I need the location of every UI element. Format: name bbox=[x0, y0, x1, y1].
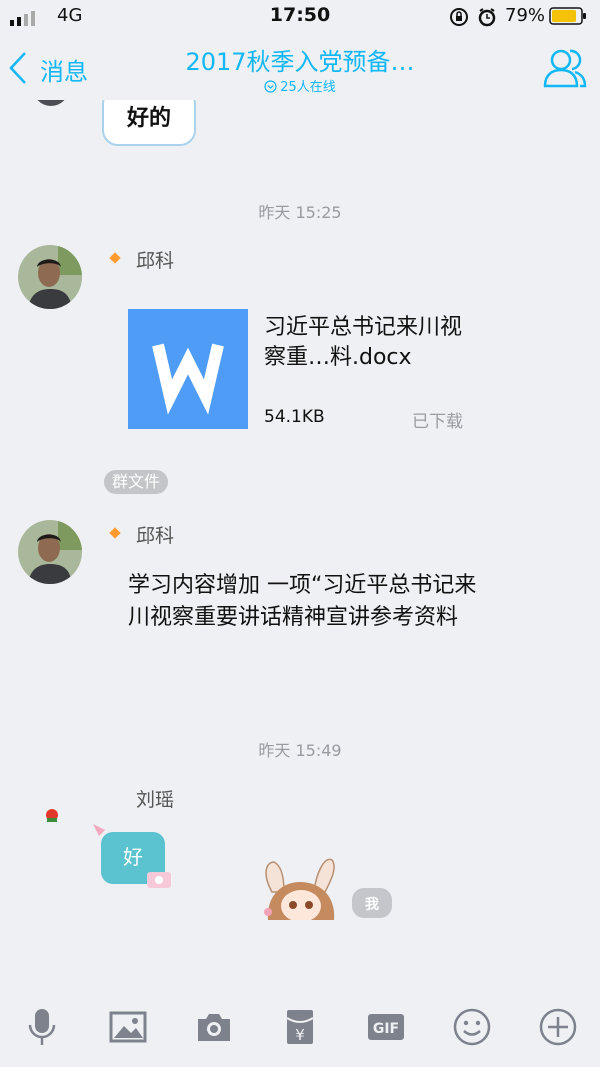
group-file-tag: 群文件 bbox=[104, 470, 169, 494]
emoji-icon[interactable] bbox=[452, 1007, 492, 1047]
gif-icon[interactable]: GIF bbox=[366, 1007, 406, 1047]
sender-name: 刘瑶 bbox=[136, 789, 175, 811]
avatar-photo bbox=[18, 520, 82, 584]
member-level-icon bbox=[109, 252, 121, 264]
sticker-text: 我 bbox=[365, 897, 379, 913]
chat-area[interactable]: 好的 昨天 15:25 邱科 习近平总书记来川视察重…料.docx 54.1KB… bbox=[0, 100, 600, 987]
member-level-icon bbox=[109, 527, 121, 539]
alarm-lock-icon bbox=[450, 8, 496, 27]
battery-percent: 79% bbox=[505, 5, 546, 26]
battery-icon bbox=[549, 7, 586, 25]
microphone-icon[interactable] bbox=[22, 1007, 62, 1047]
download-status: 已下载 bbox=[412, 412, 463, 432]
sticker-bunny-girl[interactable]: 我 bbox=[258, 852, 398, 922]
message-text[interactable]: 学习内容增加 一项“习近平总书记来川视察重要讲话精神宣讲参考资料 bbox=[128, 570, 478, 634]
avatar-photo bbox=[18, 245, 82, 309]
sender-name: 邱科 bbox=[136, 525, 175, 547]
image-icon[interactable] bbox=[108, 1007, 148, 1047]
level-badge-icon bbox=[46, 809, 58, 822]
gif-label: GIF bbox=[373, 1021, 399, 1037]
group-members-icon[interactable] bbox=[541, 44, 589, 92]
avatar[interactable] bbox=[18, 520, 82, 584]
timestamp: 昨天 15:49 bbox=[258, 741, 342, 760]
timestamp: 昨天 15:25 bbox=[258, 203, 342, 222]
sender-name: 邱科 bbox=[136, 250, 175, 272]
camera-icon[interactable] bbox=[194, 1007, 234, 1047]
online-count-label: 25人在线 bbox=[280, 80, 336, 95]
chevron-circle-icon bbox=[264, 80, 277, 93]
svg-text:¥: ¥ bbox=[295, 1026, 305, 1044]
sticker-text: 好 bbox=[123, 845, 143, 869]
input-toolbar: ¥ GIF bbox=[0, 987, 600, 1067]
chat-title[interactable]: 2017秋季入党预备… bbox=[0, 42, 600, 77]
file-card[interactable]: 习近平总书记来川视察重…料.docx 54.1KB 已下载 bbox=[128, 309, 473, 432]
message-text: 好的 bbox=[126, 106, 171, 131]
online-count: 25人在线 bbox=[0, 76, 600, 95]
word-document-icon bbox=[128, 309, 248, 429]
red-packet-icon[interactable]: ¥ bbox=[280, 1007, 320, 1047]
message-bubble[interactable]: 好的 bbox=[102, 100, 196, 146]
sticker-hao[interactable]: 好 bbox=[91, 820, 175, 892]
status-bar: 4G 17:50 79% bbox=[0, 0, 600, 34]
nav-bar: 消息 2017秋季入党预备… 25人在线 bbox=[0, 34, 600, 100]
avatar[interactable] bbox=[18, 245, 82, 309]
file-name: 习近平总书记来川视察重…料.docx bbox=[264, 315, 463, 370]
plus-icon[interactable] bbox=[538, 1007, 578, 1047]
file-size: 54.1KB bbox=[264, 407, 325, 427]
avatar[interactable] bbox=[33, 100, 69, 106]
